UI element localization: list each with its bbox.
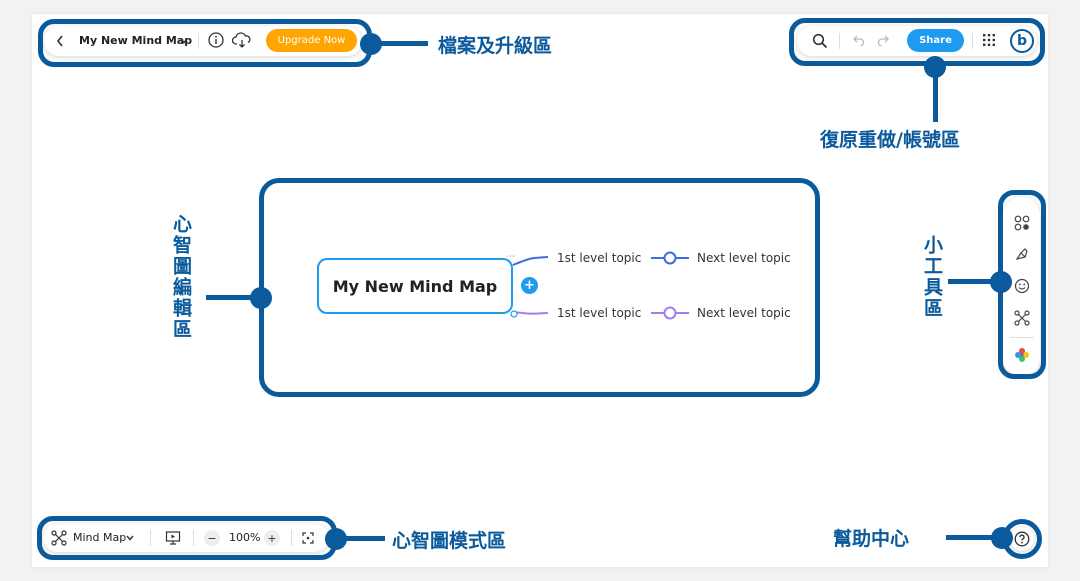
annotation-editor: 心智圖編輯區 xyxy=(170,214,192,340)
pointer-dot xyxy=(250,287,272,309)
pointer-line xyxy=(345,536,385,541)
pointer-line xyxy=(946,535,993,540)
pointer-dot xyxy=(360,33,382,55)
annotation-file-upgrade: 檔案及升級區 xyxy=(438,35,553,57)
pointer-dot xyxy=(990,271,1012,293)
highlight-file-area xyxy=(38,19,372,67)
pointer-line xyxy=(380,41,428,46)
highlight-mode-area xyxy=(37,516,337,560)
pointer-line xyxy=(933,76,938,122)
annotation-undo-account: 復原重做/帳號區 xyxy=(820,129,960,151)
annotation-tools: 小工具區 xyxy=(921,235,943,319)
pointer-line xyxy=(948,279,992,284)
pointer-line xyxy=(206,295,252,300)
annotation-help: 幫助中心 xyxy=(833,528,910,550)
pointer-dot xyxy=(924,56,946,78)
pointer-dot xyxy=(991,527,1013,549)
annotation-mode: 心智圖模式區 xyxy=(392,530,507,552)
highlight-account-area xyxy=(789,18,1045,66)
highlight-editor-area xyxy=(259,178,820,397)
pointer-dot xyxy=(325,528,347,550)
